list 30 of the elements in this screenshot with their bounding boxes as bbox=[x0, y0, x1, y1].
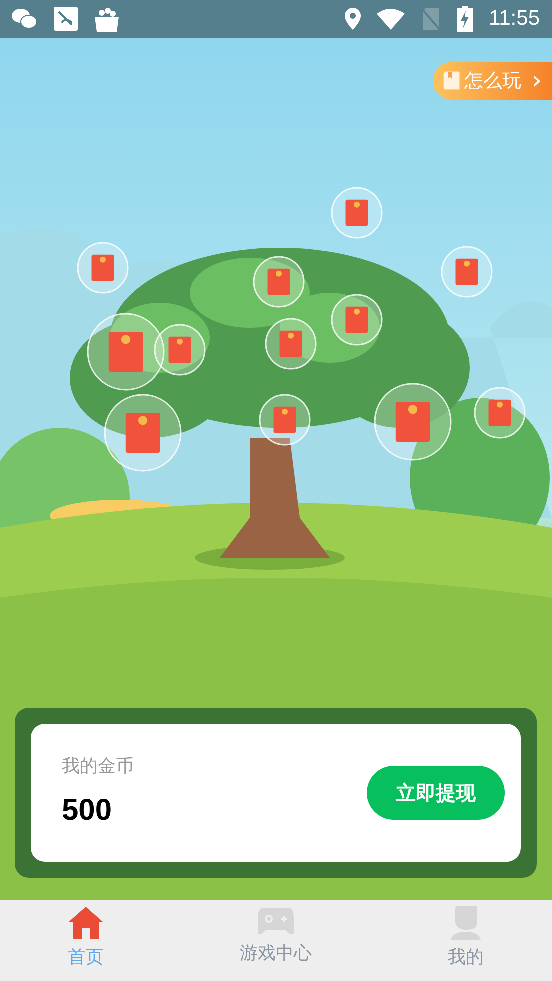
envelope-bubble[interactable] bbox=[331, 294, 383, 346]
envelope-bubble[interactable] bbox=[331, 187, 383, 239]
envelope-bubble[interactable] bbox=[374, 383, 452, 461]
coins-value: 500 bbox=[62, 793, 114, 829]
tab[interactable]: 游戏中心 bbox=[172, 900, 380, 981]
chat-bubbles-icon bbox=[12, 8, 38, 30]
location-icon bbox=[345, 8, 361, 30]
user-icon bbox=[451, 906, 481, 940]
tab[interactable]: 我的 bbox=[380, 900, 552, 981]
envelope-bubble[interactable] bbox=[253, 256, 305, 308]
battery-charging-icon bbox=[457, 6, 473, 32]
coins-label: 我的金币 bbox=[62, 755, 134, 779]
envelope-bubble[interactable] bbox=[441, 246, 493, 298]
how-to-play-button[interactable]: 怎么玩 › bbox=[432, 62, 552, 100]
app-icon bbox=[54, 7, 78, 31]
wifi-icon bbox=[377, 8, 405, 30]
book-icon bbox=[442, 71, 461, 91]
gamepad-icon bbox=[258, 906, 294, 936]
envelope-bubble[interactable] bbox=[474, 387, 526, 439]
withdraw-button[interactable]: 立即提现 bbox=[367, 766, 505, 820]
envelope-bubble[interactable] bbox=[77, 242, 129, 294]
clock-time: 11:55 bbox=[489, 6, 540, 32]
tab[interactable]: 首页 bbox=[0, 900, 172, 981]
envelope-bubble[interactable] bbox=[104, 394, 182, 472]
basket-icon bbox=[94, 5, 120, 33]
envelope-bubble[interactable] bbox=[265, 318, 317, 370]
envelope-bubble[interactable] bbox=[259, 394, 311, 446]
envelope-bubble[interactable] bbox=[154, 324, 206, 376]
home-icon bbox=[68, 906, 104, 940]
no-sim-icon bbox=[421, 7, 441, 31]
